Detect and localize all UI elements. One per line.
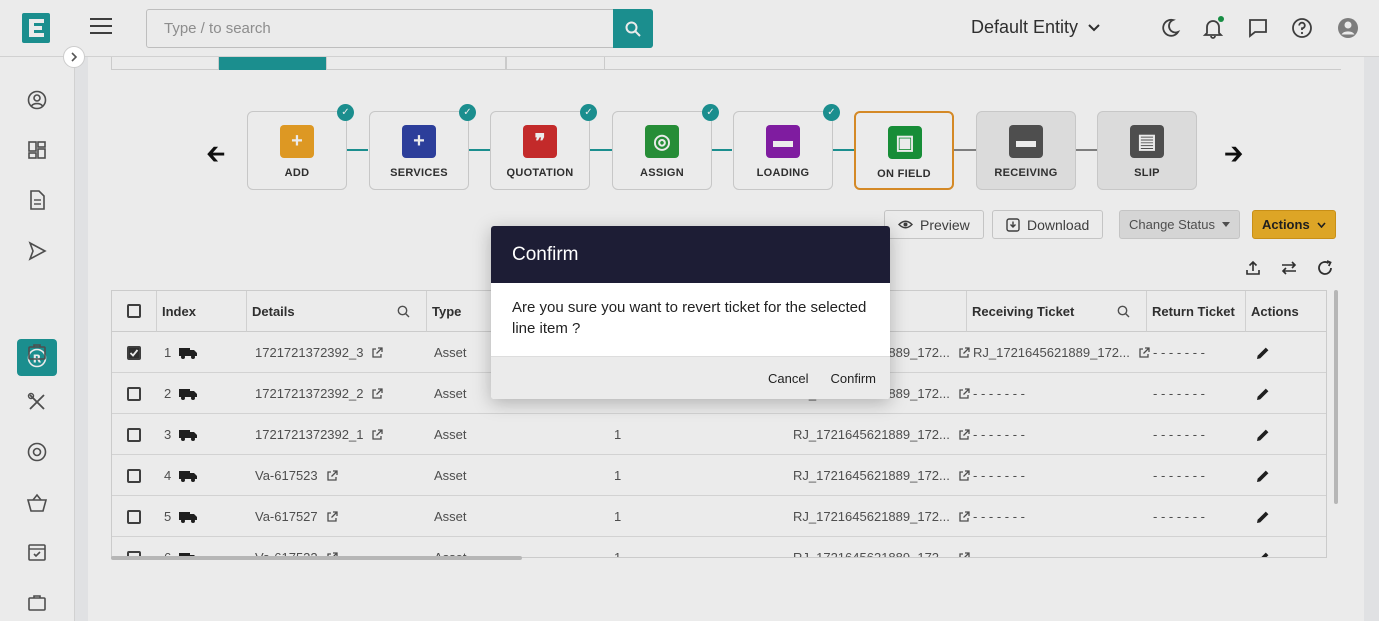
confirm-button[interactable]: Confirm <box>828 367 878 390</box>
confirm-dialog: Confirm Are you sure you want to revert … <box>491 226 890 399</box>
sidebar-expand-button[interactable] <box>63 46 85 68</box>
cancel-button[interactable]: Cancel <box>766 367 810 390</box>
chevron-right-icon <box>71 52 78 62</box>
dialog-message: Are you sure you want to revert ticket f… <box>512 299 867 337</box>
dialog-title: Confirm <box>491 226 890 283</box>
dialog-footer: Cancel Confirm <box>491 356 890 399</box>
